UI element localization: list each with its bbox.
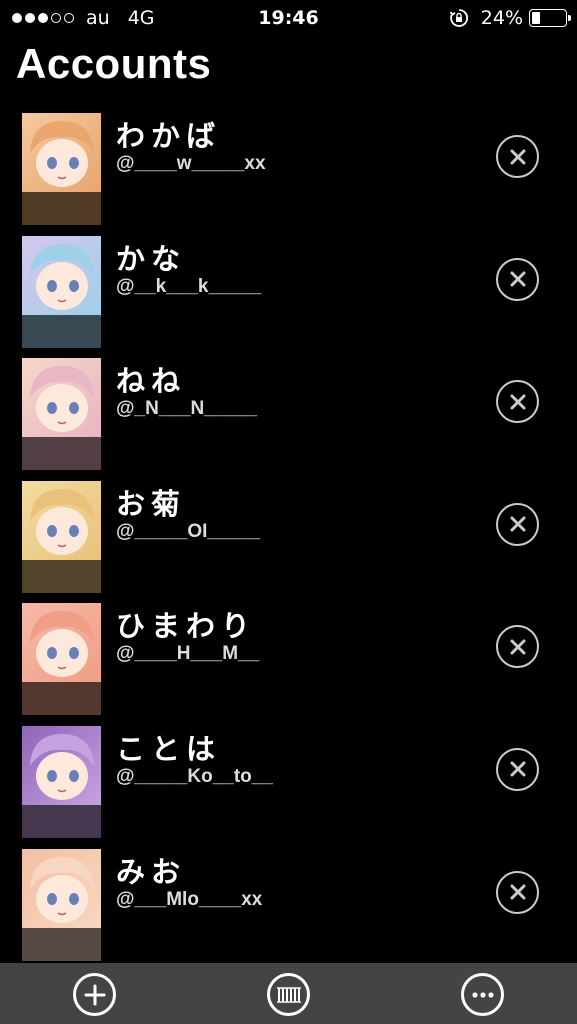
avatar-image (22, 358, 101, 438)
avatar-image (22, 235, 101, 315)
battery-icon (529, 9, 571, 27)
account-handle: @__k___k_____ (116, 275, 262, 297)
ellipsis-icon (471, 991, 494, 998)
account-handle: @_N___N_____ (116, 398, 258, 420)
remove-account-button[interactable] (496, 135, 539, 178)
avatar-image (22, 848, 101, 928)
remove-account-button[interactable] (496, 257, 539, 301)
middle-toolbar-button[interactable] (267, 973, 310, 1016)
account-row[interactable]: ことは @_____Ko__to__ (0, 720, 577, 843)
close-icon (510, 149, 525, 164)
account-avatar (22, 358, 101, 471)
avatar-image (22, 480, 101, 560)
account-handle: @____w_____xx (116, 153, 266, 174)
account-row[interactable]: かな @__k___k_____ (0, 230, 577, 353)
avatar-reflection (22, 437, 101, 471)
account-name: ねね (116, 364, 187, 399)
account-name: かな (116, 241, 187, 276)
account-row[interactable]: ねね @_N___N_____ (0, 352, 577, 475)
avatar-reflection (22, 804, 101, 838)
close-icon (510, 761, 525, 777)
close-icon (510, 271, 525, 287)
account-handle: @_____Ko__to__ (116, 765, 273, 787)
account-handle: @___Mlo____xx (116, 888, 263, 910)
account-avatar (22, 235, 101, 348)
account-avatar (22, 480, 101, 593)
account-avatar (22, 113, 101, 225)
close-icon (510, 639, 525, 655)
orientation-lock-icon (449, 9, 468, 27)
avatar-image (22, 725, 101, 805)
remove-account-button[interactable] (496, 380, 539, 424)
account-list: わかば @____w_____xx かな @__k___k_____ ねね @_… (0, 107, 577, 965)
battery-percent: 24% (480, 7, 523, 29)
avatar-reflection (22, 192, 101, 225)
account-avatar (22, 725, 101, 838)
avatar-reflection (22, 927, 101, 961)
remove-account-button[interactable] (496, 502, 539, 546)
account-handle: @____H___M__ (116, 643, 260, 665)
account-row[interactable]: わかば @____w_____xx (0, 107, 577, 230)
bottom-toolbar (0, 963, 577, 1024)
account-avatar (22, 603, 101, 716)
status-bar: au 4G 19:46 24% (0, 0, 577, 38)
close-icon (510, 884, 525, 900)
add-account-button[interactable] (73, 973, 116, 1016)
remove-account-button[interactable] (496, 625, 539, 669)
account-row[interactable]: みお @___Mlo____xx (0, 843, 577, 966)
page-title: Accounts (16, 40, 212, 87)
account-avatar (22, 848, 101, 961)
more-button[interactable] (461, 973, 504, 1016)
account-name: わかば (116, 119, 222, 153)
account-handle: @_____OI_____ (116, 520, 261, 542)
account-name: ことは (116, 731, 222, 766)
avatar-reflection (22, 314, 101, 348)
avatar-image (22, 603, 101, 683)
account-row[interactable]: お菊 @_____OI_____ (0, 475, 577, 598)
close-icon (510, 394, 525, 410)
account-name: お菊 (116, 486, 187, 521)
account-row[interactable]: ひまわり @____H___M__ (0, 597, 577, 720)
account-name: みお (116, 854, 187, 889)
close-icon (510, 516, 525, 532)
remove-account-button[interactable] (496, 870, 539, 914)
account-name: ひまわり (116, 609, 257, 644)
avatar-reflection (22, 559, 101, 593)
barcode-icon (276, 986, 301, 1003)
avatar-reflection (22, 682, 101, 716)
avatar-image (22, 113, 101, 192)
plus-icon (84, 984, 105, 1005)
remove-account-button[interactable] (496, 747, 539, 791)
